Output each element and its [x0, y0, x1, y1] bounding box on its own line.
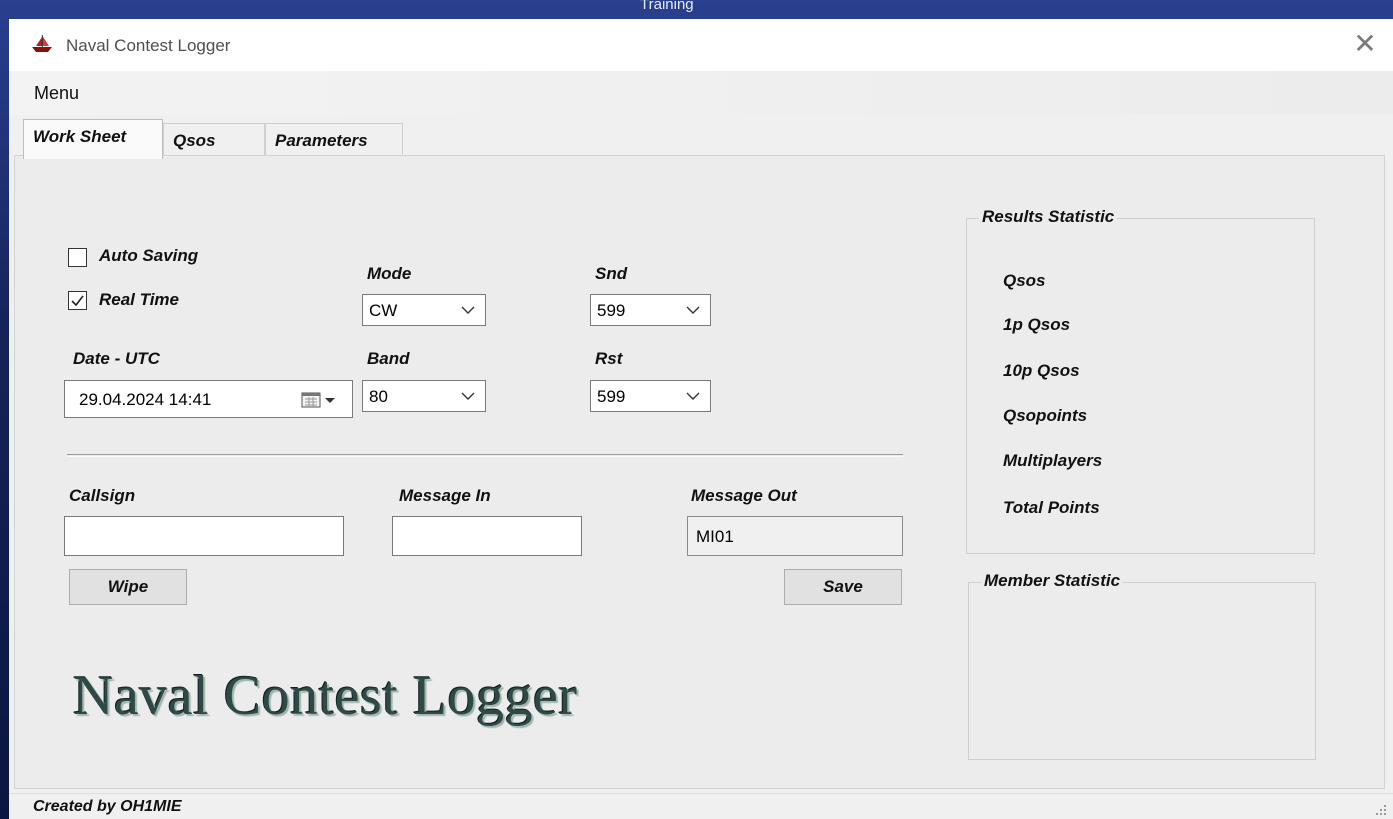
- stat-1p-qsos: 1p Qsos: [1003, 315, 1071, 334]
- tab-parameters[interactable]: Parameters: [265, 123, 403, 159]
- rst-select[interactable]: 599: [590, 380, 711, 412]
- chevron-down-icon: [686, 392, 700, 400]
- band-label: Band: [367, 349, 410, 368]
- rst-label: Rst: [595, 349, 623, 368]
- ship-icon: [30, 34, 54, 54]
- checkmark-icon: [71, 295, 84, 307]
- band-select[interactable]: 80: [362, 380, 486, 412]
- snd-value: 599: [597, 301, 626, 320]
- close-button[interactable]: ✕: [1345, 27, 1385, 63]
- stat-qsopoints: Qsopoints: [1003, 406, 1088, 425]
- date-value: 29.04.2024 14:41: [79, 390, 212, 409]
- snd-label: Snd: [595, 264, 628, 283]
- callsign-label: Callsign: [69, 486, 136, 505]
- separator-line: [67, 454, 903, 457]
- message-out-value: MI01: [696, 527, 734, 546]
- callsign-input[interactable]: [64, 516, 344, 556]
- stat-multiplayers: Multiplayers: [1003, 451, 1103, 470]
- chevron-down-icon: [686, 306, 700, 314]
- tab-work-sheet[interactable]: Work Sheet: [23, 119, 163, 159]
- app-window: Naval Contest Logger ✕ Menu Work Sheet Q…: [9, 19, 1393, 819]
- stat-10p-qsos: 10p Qsos: [1003, 361, 1080, 380]
- client-area: Work Sheet Qsos Parameters Auto Saving R…: [9, 115, 1393, 793]
- tab-qsos[interactable]: Qsos: [163, 123, 265, 159]
- message-out-label: Message Out: [691, 486, 797, 505]
- results-statistic-title: Results Statistic: [979, 207, 1118, 227]
- member-statistic-group: Member Statistic: [968, 571, 1316, 760]
- chevron-down-icon: [461, 392, 475, 400]
- mode-select[interactable]: CW: [362, 294, 486, 326]
- date-picker[interactable]: 29.04.2024 14:41: [64, 380, 353, 418]
- wipe-button[interactable]: Wipe: [69, 569, 187, 605]
- member-statistic-title: Member Statistic: [981, 571, 1124, 591]
- stat-total-points: Total Points: [1003, 498, 1100, 517]
- worksheet-page: Auto Saving Real Time Mode CW Snd 599 Da…: [14, 155, 1385, 789]
- auto-saving-label: Auto Saving: [99, 246, 199, 265]
- stat-qsos: Qsos: [1003, 271, 1046, 290]
- status-text: Created by OH1MIE: [33, 798, 182, 815]
- date-label: Date - UTC: [73, 349, 160, 368]
- title-bar: Naval Contest Logger ✕: [9, 19, 1393, 71]
- snd-select[interactable]: 599: [590, 294, 711, 326]
- status-bar: Created by OH1MIE: [9, 793, 1393, 819]
- menu-item-menu[interactable]: Menu: [34, 83, 79, 104]
- real-time-checkbox[interactable]: [68, 291, 87, 310]
- save-button[interactable]: Save: [784, 569, 902, 605]
- mode-value: CW: [369, 301, 398, 320]
- window-title: Naval Contest Logger: [66, 36, 231, 55]
- mode-label: Mode: [367, 264, 412, 283]
- rst-value: 599: [597, 387, 626, 406]
- resize-grip-icon[interactable]: [1373, 802, 1387, 816]
- auto-saving-checkbox[interactable]: [68, 248, 87, 267]
- message-out-field: MI01: [687, 516, 903, 556]
- message-in-input[interactable]: [392, 516, 582, 556]
- app-logo-text: Naval Contest Logger: [73, 665, 578, 727]
- real-time-label: Real Time: [99, 290, 180, 309]
- menu-bar: Menu: [9, 71, 1393, 115]
- results-statistic-group: Results Statistic Qsos 1p Qsos 10p Qsos …: [966, 207, 1315, 554]
- message-in-label: Message In: [399, 486, 491, 505]
- chevron-down-icon: [461, 306, 475, 314]
- band-value: 80: [369, 387, 388, 406]
- calendar-dropdown-icon: [301, 392, 335, 408]
- desktop-caption: Training: [640, 0, 694, 13]
